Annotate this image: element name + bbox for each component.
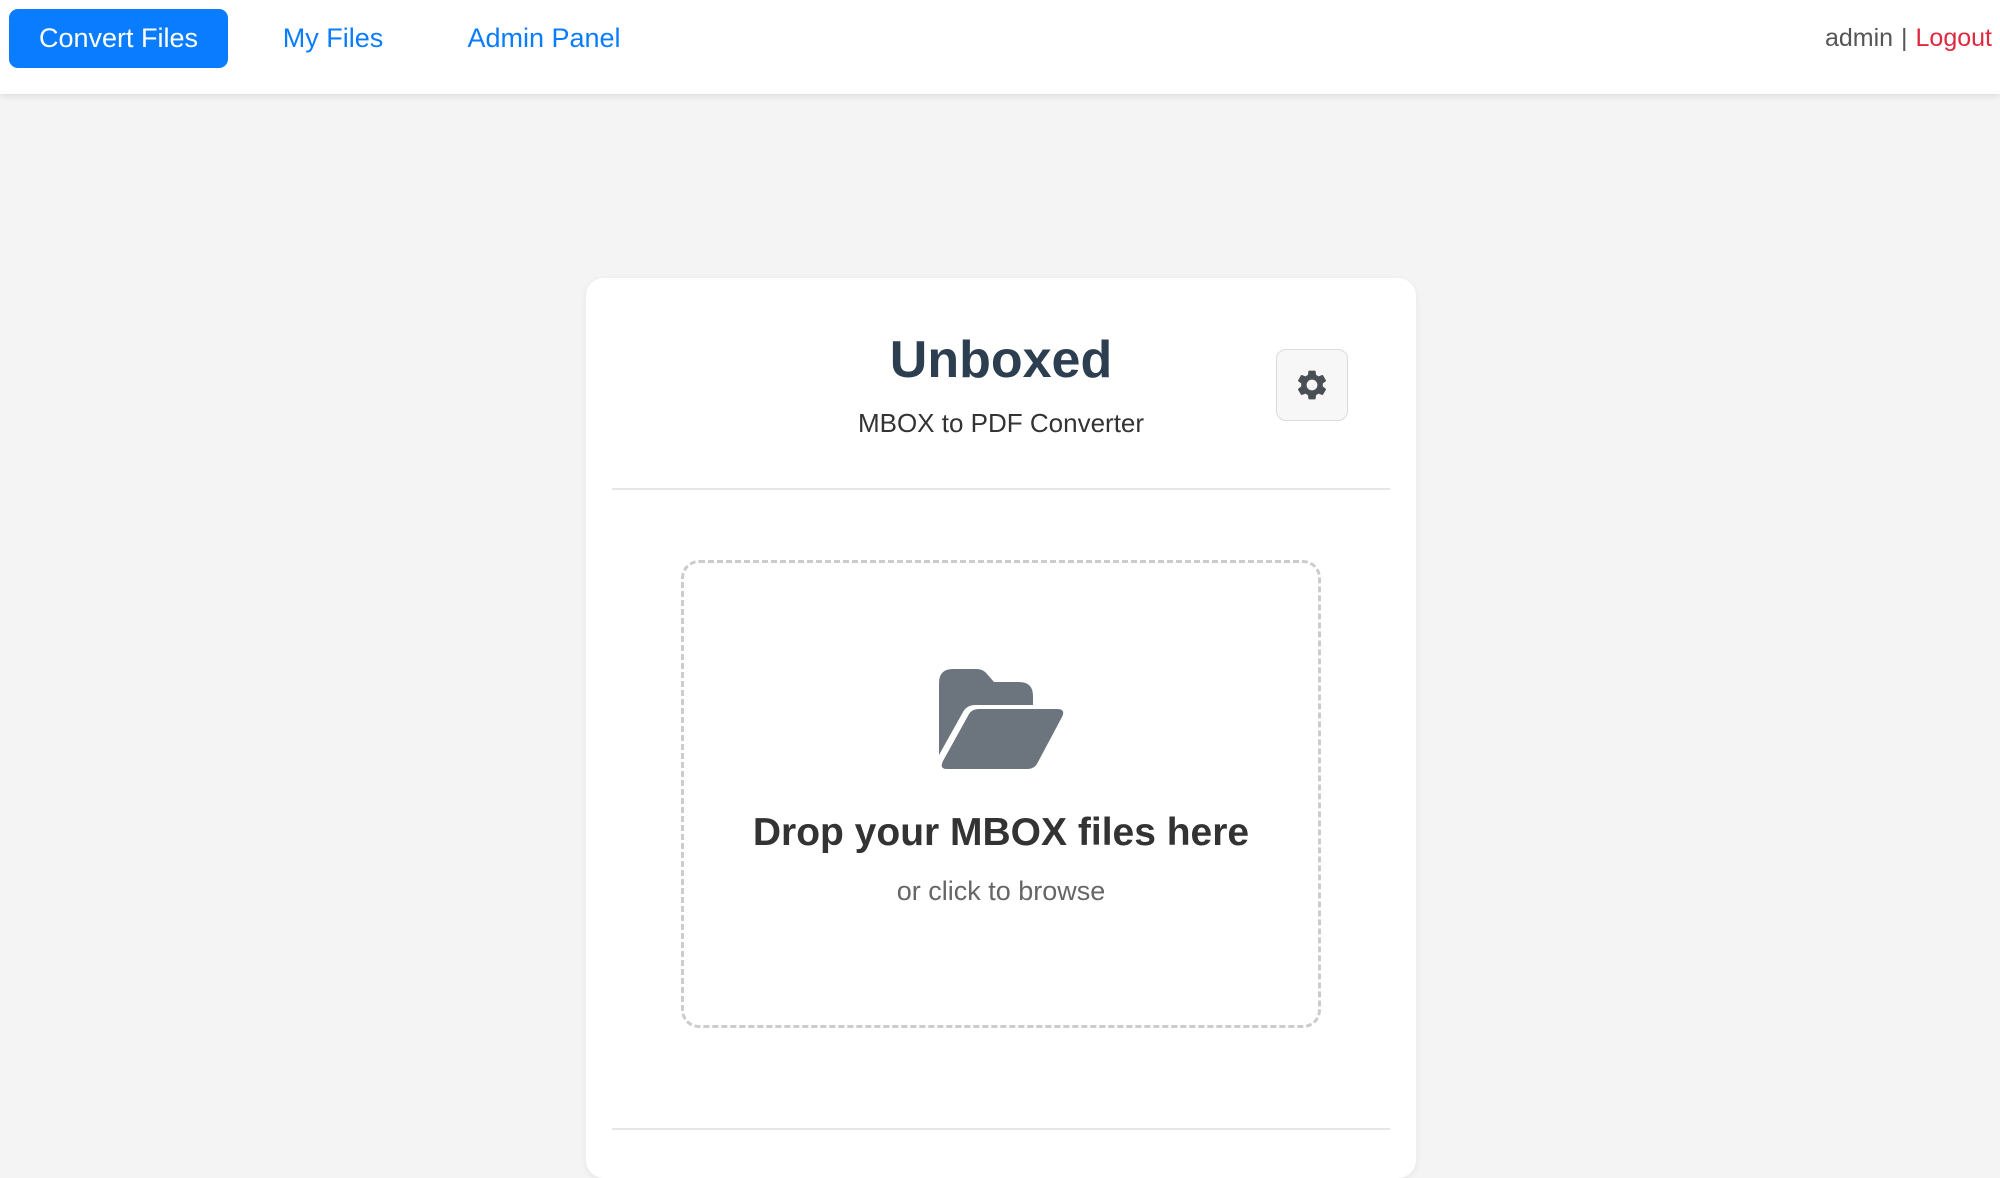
converter-card: Unboxed MBOX to PDF Converter Drop your … bbox=[586, 278, 1416, 1178]
nav-admin-panel[interactable]: Admin Panel bbox=[454, 9, 634, 68]
logout-link[interactable]: Logout bbox=[1916, 24, 1992, 53]
username: admin bbox=[1824, 24, 1894, 52]
card-header: Unboxed MBOX to PDF Converter bbox=[612, 278, 1390, 490]
top-navbar: Convert Files My Files Admin Panel admin… bbox=[0, 0, 2000, 94]
dropzone-title: Drop your MBOX files here bbox=[752, 811, 1250, 854]
gear-icon bbox=[1297, 370, 1327, 400]
nav-convert-files[interactable]: Convert Files bbox=[9, 9, 228, 68]
folder-open-icon bbox=[939, 669, 1064, 769]
dropzone-subtitle: or click to browse bbox=[896, 876, 1106, 906]
nav-my-files[interactable]: My Files bbox=[268, 9, 398, 68]
settings-button[interactable] bbox=[1276, 349, 1348, 421]
file-dropzone[interactable]: Drop your MBOX files here or click to br… bbox=[681, 560, 1321, 1028]
user-separator: | bbox=[1901, 24, 1908, 52]
card-divider bbox=[612, 1128, 1390, 1130]
user-area: admin | Logout bbox=[1825, 9, 1992, 68]
page-title: Unboxed bbox=[889, 331, 1113, 389]
page-subtitle: MBOX to PDF Converter bbox=[857, 408, 1145, 438]
